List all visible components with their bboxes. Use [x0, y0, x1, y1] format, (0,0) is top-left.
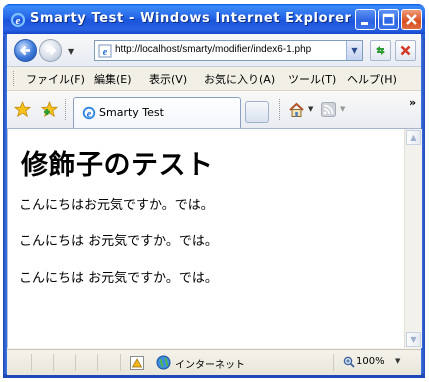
menu-help[interactable]: ヘルプ(H): [347, 71, 397, 87]
address-dropdown-button[interactable]: ▼: [346, 41, 362, 60]
scroll-down-button[interactable]: ▼: [406, 332, 421, 347]
page-heading: 修飾子のテスト: [21, 150, 214, 181]
page-content: 修飾子のテスト こんにちはお元気ですか。では。 こんにちは お元気ですか。では。…: [7, 129, 404, 348]
page-icon: e: [98, 44, 112, 58]
paragraph-2: こんにちは お元気ですか。では。: [19, 234, 218, 249]
home-dropdown-icon[interactable]: ▼: [308, 105, 313, 113]
zoom-level[interactable]: 100%: [356, 356, 385, 367]
new-tab-button[interactable]: [245, 101, 269, 123]
refresh-icon: [376, 46, 385, 55]
back-arrow-icon: [19, 45, 30, 56]
status-bar: インターネット 100% ▼: [7, 349, 421, 375]
favorites-toolbar: e Smarty Test ▼ ▼ »: [7, 91, 421, 129]
browser-window: e Smarty Test - Windows Internet Explore…: [3, 4, 425, 378]
warning-icon[interactable]: [130, 356, 144, 370]
home-icon[interactable]: [288, 101, 305, 118]
vertical-scrollbar[interactable]: ▲ ▼: [404, 129, 422, 348]
status-cell: [75, 354, 76, 371]
minimize-icon: [361, 22, 368, 25]
scroll-up-button[interactable]: ▲: [406, 130, 421, 145]
status-cell: [53, 354, 54, 371]
refresh-button[interactable]: [370, 40, 391, 61]
stop-icon: [400, 45, 411, 56]
svg-text:e: e: [87, 109, 92, 120]
close-icon: [406, 14, 417, 25]
stop-button[interactable]: [395, 40, 416, 61]
menu-bar: ファイル(F) 編集(E) 表示(V) お気に入り(A) ツール(T) ヘルプ(…: [7, 67, 421, 91]
minimize-button[interactable]: [355, 9, 376, 30]
address-toolbar: ▼ e http://localhost/smarty/modifier/ind…: [7, 34, 421, 67]
security-zone-label[interactable]: インターネット: [175, 356, 245, 371]
status-cell: [31, 354, 32, 371]
tab-smarty-test[interactable]: e Smarty Test: [73, 97, 241, 128]
menu-file[interactable]: ファイル(F): [26, 71, 85, 87]
ie-icon: e: [10, 12, 26, 28]
favorites-star-icon[interactable]: [14, 101, 31, 118]
status-cell: [120, 354, 121, 371]
tab-label: Smarty Test: [99, 106, 164, 119]
close-button[interactable]: [401, 9, 422, 30]
toolbar-overflow-chevron-icon[interactable]: »: [409, 96, 416, 109]
title-bar[interactable]: e Smarty Test - Windows Internet Explore…: [3, 4, 425, 34]
browser-client: ▼ e http://localhost/smarty/modifier/ind…: [7, 34, 422, 375]
add-favorites-icon[interactable]: [41, 101, 58, 118]
address-field[interactable]: e http://localhost/smarty/modifier/index…: [94, 40, 363, 61]
status-cell: [97, 354, 98, 371]
toolbar-separator: [65, 99, 66, 120]
maximize-icon: [382, 13, 395, 26]
paragraph-1: こんにちはお元気ですか。では。: [19, 198, 214, 213]
forward-button[interactable]: [39, 39, 62, 62]
menu-view[interactable]: 表示(V): [149, 71, 187, 87]
maximize-button[interactable]: [378, 9, 399, 30]
forward-arrow-icon: [46, 45, 57, 56]
menu-edit[interactable]: 編集(E): [94, 71, 132, 87]
window-title: Smarty Test - Windows Internet Explorer: [30, 11, 352, 26]
feed-icon[interactable]: [321, 102, 336, 117]
menu-grip: [13, 71, 16, 86]
svg-text:e: e: [16, 15, 21, 27]
svg-text:e: e: [103, 47, 108, 58]
globe-icon: [156, 355, 171, 370]
menu-tools[interactable]: ツール(T): [288, 71, 336, 87]
toolbar-separator: [279, 99, 280, 120]
history-dropdown-icon[interactable]: ▼: [68, 47, 74, 56]
paragraph-3: こんにちは お元気ですか。では。: [19, 271, 218, 286]
address-url[interactable]: http://localhost/smarty/modifier/index6-…: [115, 44, 341, 55]
zoom-dropdown-icon[interactable]: ▼: [395, 357, 400, 365]
status-cell: [333, 354, 334, 371]
feed-dropdown-icon[interactable]: ▼: [340, 105, 345, 113]
ie-page-icon: e: [82, 106, 96, 120]
zoom-icon[interactable]: [343, 356, 355, 368]
menu-favorites[interactable]: お気に入り(A): [204, 71, 275, 87]
back-button[interactable]: [14, 39, 37, 62]
